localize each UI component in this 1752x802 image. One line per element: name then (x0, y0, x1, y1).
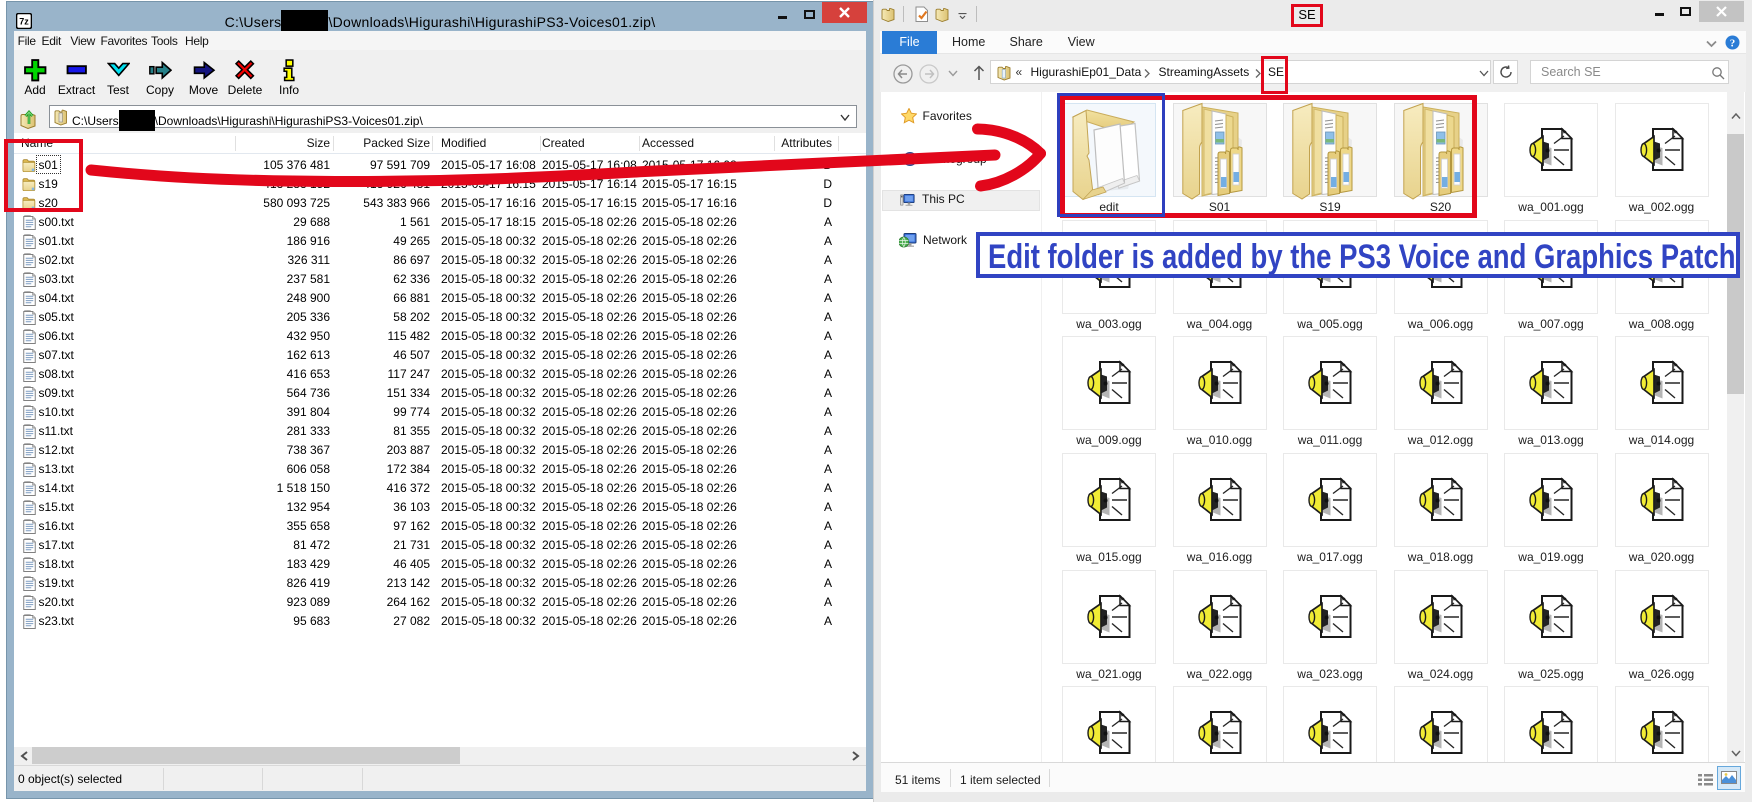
svg-text:?: ? (1730, 38, 1736, 50)
